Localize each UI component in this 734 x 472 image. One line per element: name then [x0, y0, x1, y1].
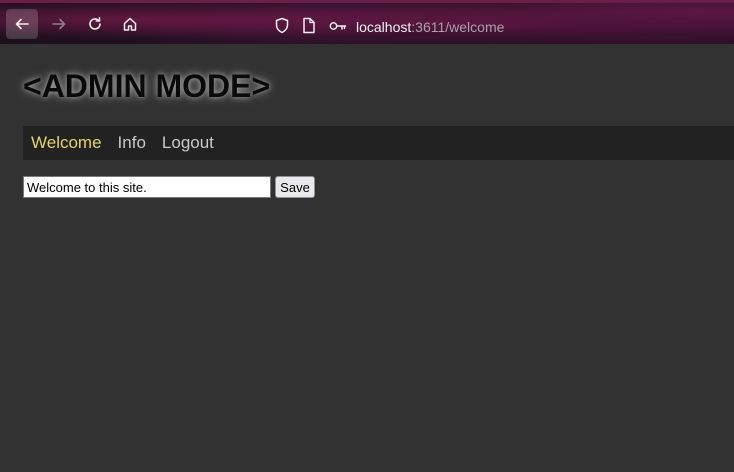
nav-link-welcome[interactable]: Welcome	[31, 133, 102, 153]
url-text[interactable]: localhost:3611/welcome	[356, 19, 504, 35]
forward-arrow-icon	[52, 18, 66, 30]
page-title: <ADMIN MODE>	[23, 68, 271, 104]
forward-button[interactable]	[43, 9, 75, 39]
page-icon[interactable]	[302, 17, 316, 34]
main-nav: Welcome Info Logout	[23, 126, 734, 160]
url-path: :3611/welcome	[411, 19, 505, 35]
page-content: <ADMIN MODE> Welcome Info Logout Save	[0, 44, 734, 472]
back-button[interactable]	[6, 9, 38, 39]
nav-link-info[interactable]: Info	[118, 133, 146, 153]
reload-icon	[89, 17, 101, 30]
home-button[interactable]	[114, 9, 146, 39]
browser-toolbar: localhost:3611/welcome	[0, 0, 734, 44]
url-host: localhost	[356, 19, 412, 35]
back-arrow-icon	[15, 18, 29, 30]
shield-icon[interactable]	[274, 17, 290, 34]
save-button[interactable]: Save	[275, 176, 315, 198]
key-icon[interactable]	[329, 20, 347, 32]
nav-link-logout[interactable]: Logout	[162, 133, 214, 153]
home-icon	[123, 17, 137, 31]
welcome-message-input[interactable]	[23, 176, 271, 198]
reload-button[interactable]	[79, 9, 111, 39]
